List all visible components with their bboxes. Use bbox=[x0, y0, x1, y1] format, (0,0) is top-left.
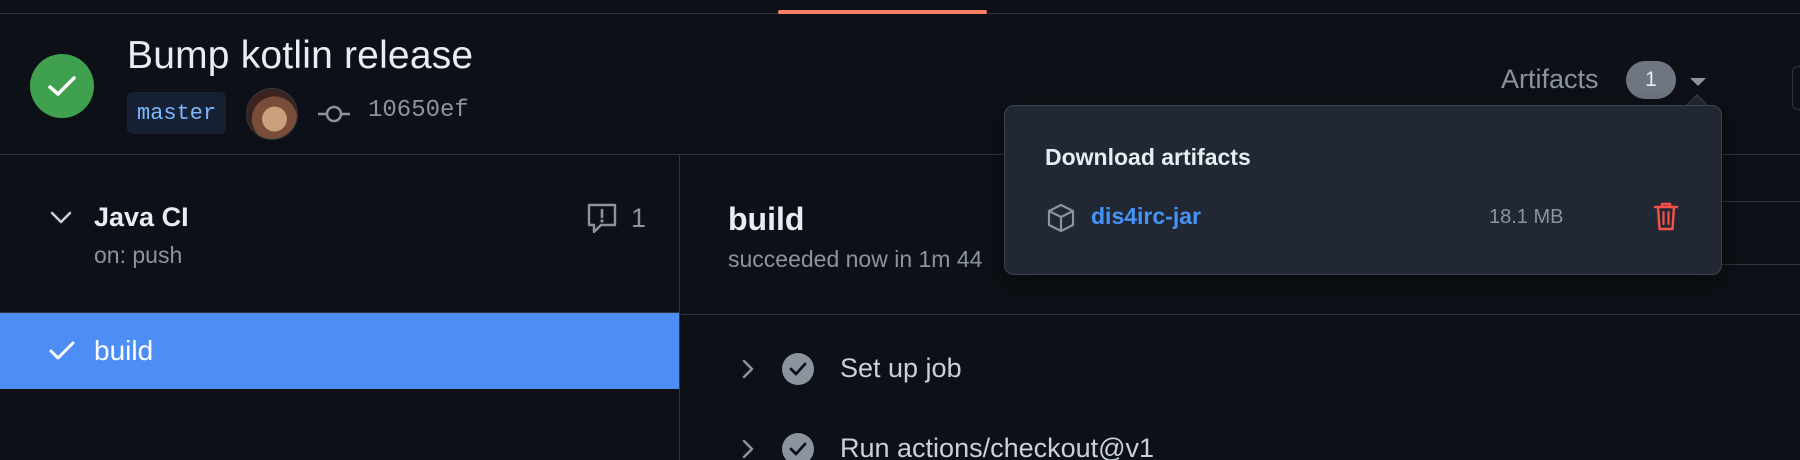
trash-icon[interactable] bbox=[1652, 200, 1680, 232]
artifacts-dropdown: Download artifacts dis4irc-jar 18.1 MB bbox=[1004, 105, 1722, 275]
commit-sha-link[interactable]: 10650ef bbox=[368, 97, 469, 124]
package-icon bbox=[1047, 203, 1075, 233]
job-summary: succeeded now in 1m 44 bbox=[728, 246, 983, 272]
artifact-download-link[interactable]: dis4irc-jar bbox=[1091, 203, 1201, 230]
comment-icon[interactable] bbox=[585, 201, 619, 235]
chevron-right-icon[interactable] bbox=[741, 358, 755, 380]
step-success-icon bbox=[782, 353, 814, 385]
dropdown-title: Download artifacts bbox=[1045, 144, 1251, 170]
run-status-success-icon bbox=[30, 54, 94, 118]
workflow-summary: Java CI on: push 1 bbox=[0, 155, 680, 313]
sidebar-job-label: build bbox=[94, 335, 154, 366]
step-label: Set up job bbox=[840, 353, 962, 383]
step-row[interactable]: Run actions/checkout@v1 bbox=[681, 418, 1800, 460]
top-tab-strip bbox=[0, 0, 1800, 14]
commit-icon bbox=[318, 105, 350, 123]
step-label: Run actions/checkout@v1 bbox=[840, 433, 1155, 460]
comment-count[interactable]: 1 bbox=[631, 203, 646, 234]
step-success-icon bbox=[782, 433, 814, 460]
run-title: Bump kotlin release bbox=[127, 34, 474, 77]
artifacts-count-badge[interactable]: 1 bbox=[1626, 61, 1676, 99]
check-icon bbox=[48, 76, 76, 96]
workflow-trigger: on: push bbox=[94, 242, 183, 268]
sidebar-job-build[interactable]: build bbox=[0, 313, 679, 389]
job-title: build bbox=[728, 201, 805, 237]
chevron-down-icon[interactable] bbox=[50, 211, 72, 225]
branch-label[interactable]: master bbox=[127, 92, 227, 134]
header-action-button[interactable] bbox=[1792, 66, 1800, 110]
workflow-name[interactable]: Java CI bbox=[94, 202, 189, 233]
artifacts-toggle-label[interactable]: Artifacts bbox=[1501, 64, 1599, 95]
workflow-run-page: Bump kotlin release master 10650ef Artif… bbox=[0, 0, 1800, 460]
step-row[interactable]: Set up job bbox=[681, 338, 1800, 398]
artifact-row: dis4irc-jar 18.1 MB bbox=[1005, 194, 1723, 238]
workflow-sidebar: Java CI on: push 1 build bbox=[0, 155, 680, 460]
author-avatar[interactable] bbox=[246, 88, 298, 140]
chevron-right-icon[interactable] bbox=[741, 438, 755, 460]
check-icon bbox=[789, 362, 807, 376]
check-icon bbox=[49, 341, 75, 360]
caret-down-icon[interactable] bbox=[1688, 76, 1708, 88]
check-icon bbox=[789, 442, 807, 456]
artifact-size: 18.1 MB bbox=[1489, 206, 1564, 228]
